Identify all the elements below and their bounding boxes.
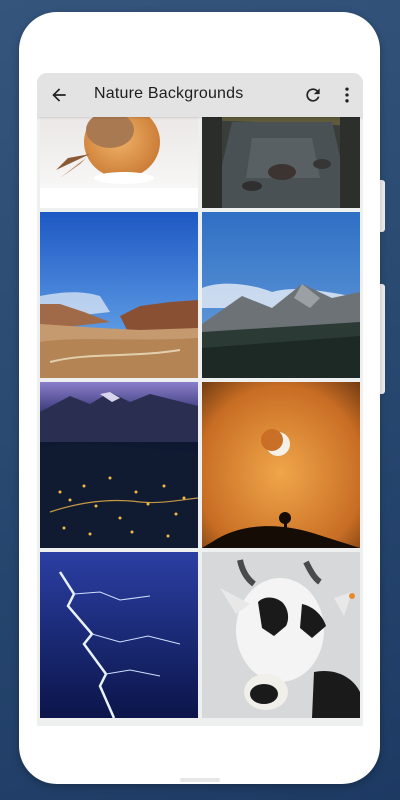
refresh-button[interactable] [299, 81, 327, 109]
back-button[interactable] [45, 81, 73, 109]
more-options-button[interactable] [333, 81, 361, 109]
phone-speaker [180, 778, 220, 782]
image-tile-lightning[interactable] [40, 552, 198, 718]
image-tile-mountain[interactable] [202, 212, 360, 378]
app-toolbar: Nature Backgrounds [37, 73, 363, 117]
app-screen: Nature Backgrounds [37, 73, 363, 726]
phone-volume-button [380, 284, 385, 394]
image-tile-goat[interactable] [202, 552, 360, 718]
phone-side-button [380, 180, 385, 232]
image-tile-robin[interactable] [40, 108, 198, 208]
image-tile-moon[interactable] [202, 382, 360, 548]
image-tile-stream[interactable] [202, 108, 360, 208]
image-tile-city-night[interactable] [40, 382, 198, 548]
more-vert-icon [345, 87, 349, 103]
image-tile-canyon[interactable] [40, 212, 198, 378]
refresh-icon [306, 88, 320, 102]
arrow-left-icon [52, 88, 66, 102]
page-title: Nature Backgrounds [94, 85, 244, 102]
